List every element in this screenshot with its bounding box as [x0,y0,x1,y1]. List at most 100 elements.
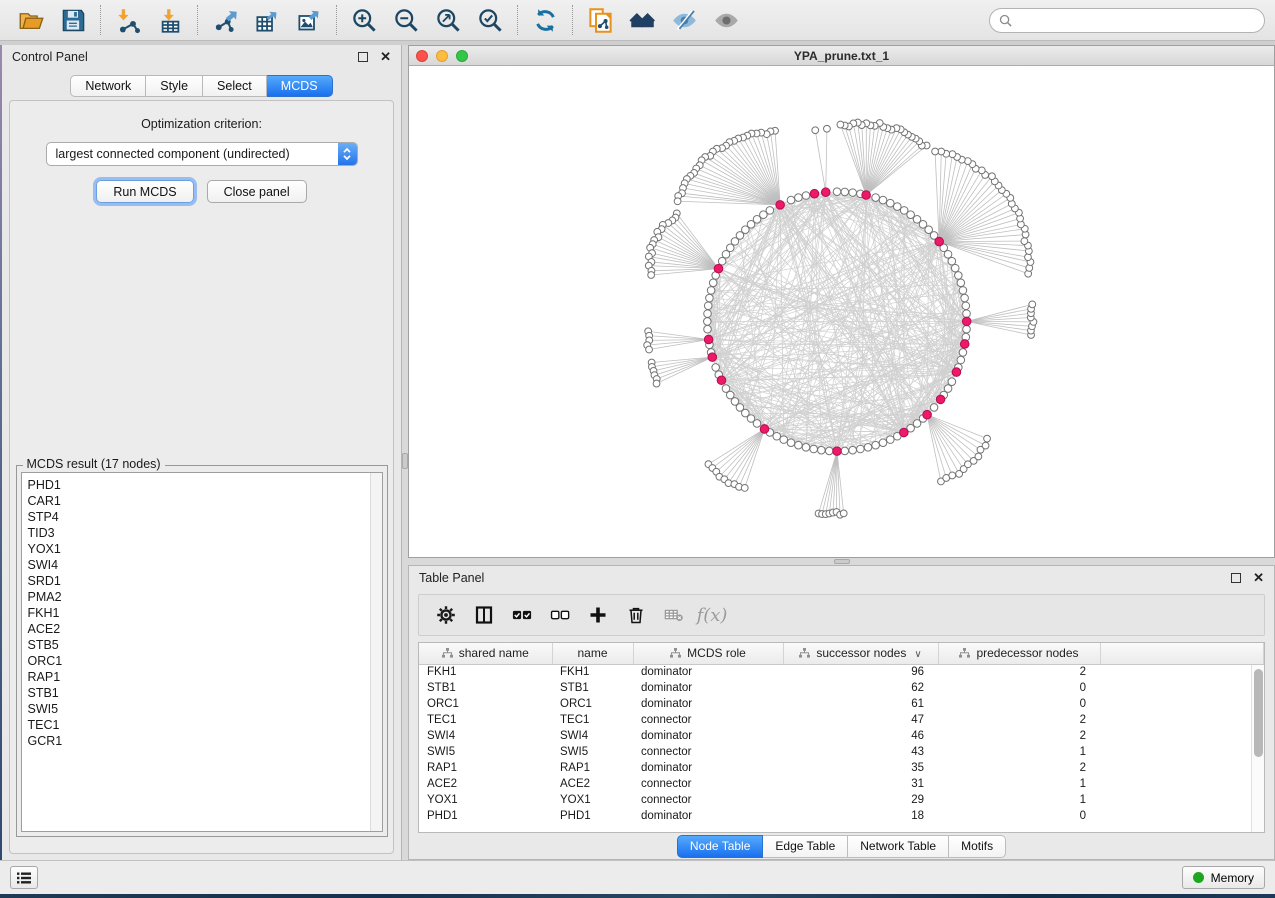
float-panel-icon[interactable] [358,52,368,62]
control-panel-title: Control Panel [12,50,358,64]
search-box[interactable] [989,8,1265,33]
table-panel-title: Table Panel [419,571,1231,585]
deselect-all-button[interactable] [543,599,577,631]
result-scrollbar[interactable] [370,473,382,831]
result-node-item[interactable]: SWI5 [28,701,382,717]
run-mcds-button[interactable]: Run MCDS [96,180,193,203]
result-node-item[interactable]: PHD1 [28,477,382,493]
zoom-out-button[interactable] [385,3,427,37]
column-header-predecessor-nodes[interactable]: predecessor nodes [938,643,1100,664]
export-network-icon [212,7,239,34]
import-network-button[interactable] [107,3,149,37]
tab-style[interactable]: Style [146,75,203,97]
export-network-button[interactable] [204,3,246,37]
tab-select[interactable]: Select [203,75,267,97]
delete-column-button[interactable] [619,599,653,631]
result-node-item[interactable]: RAP1 [28,669,382,685]
close-panel-icon[interactable]: ✕ [380,52,391,62]
result-node-item[interactable]: TEC1 [28,717,382,733]
hide-selected-button[interactable] [663,3,705,37]
table-row[interactable]: FKH1FKH1dominator962 [419,664,1264,680]
tab-edge-table[interactable]: Edge Table [763,835,848,858]
result-node-item[interactable]: GCR1 [28,733,382,749]
tab-mcds[interactable]: MCDS [267,75,333,97]
table-row[interactable]: TEC1TEC1connector472 [419,712,1264,728]
zoom-fit-button[interactable] [427,3,469,37]
gear-button[interactable] [429,599,463,631]
zoom-in-button[interactable] [343,3,385,37]
optimization-select[interactable]: largest connected component (undirected) [46,142,358,166]
zoom-selected-button[interactable] [469,3,511,37]
refresh-button[interactable] [524,3,566,37]
memory-button[interactable]: Memory [1182,866,1265,889]
result-node-item[interactable]: SRD1 [28,573,382,589]
table-row[interactable]: RAP1RAP1dominator352 [419,760,1264,776]
task-history-button[interactable] [10,866,38,889]
function-builder-button[interactable]: f(x) [695,599,729,631]
close-panel-icon[interactable]: ✕ [1253,573,1264,583]
table-row[interactable]: YOX1YOX1connector291 [419,792,1264,808]
result-node-item[interactable]: ORC1 [28,653,382,669]
table-scrollbar[interactable] [1251,665,1264,832]
status-bar: Memory [0,860,1275,894]
result-node-item[interactable]: STB1 [28,685,382,701]
scrollbar-thumb[interactable] [1254,669,1263,757]
node-table-grid[interactable]: shared namenameMCDS rolesuccessor nodes∨… [419,643,1264,824]
export-table-button[interactable] [246,3,288,37]
toolbar-separator [100,5,101,35]
import-table-button[interactable] [149,3,191,37]
result-node-item[interactable]: SWI4 [28,557,382,573]
column-header-shared-name[interactable]: shared name [419,643,552,664]
float-panel-icon[interactable] [1231,573,1241,583]
table-row[interactable]: PHD1PHD1dominator180 [419,808,1264,824]
tab-network-table[interactable]: Network Table [848,835,949,858]
result-node-item[interactable]: FKH1 [28,605,382,621]
horizontal-splitter[interactable] [408,558,1275,565]
column-header-name[interactable]: name [552,643,633,664]
close-panel-button[interactable]: Close panel [207,180,307,203]
search-input[interactable] [1018,13,1255,27]
tab-network[interactable]: Network [70,75,146,97]
duplicate-network-button[interactable] [579,3,621,37]
mcds-result-group: MCDS result (17 nodes) PHD1CAR1STP4TID3Y… [16,465,388,837]
table-row[interactable]: ORC1ORC1dominator610 [419,696,1264,712]
vertical-splitter[interactable] [402,45,408,860]
result-node-item[interactable]: TID3 [28,525,382,541]
result-node-item[interactable]: STB5 [28,637,382,653]
memory-label: Memory [1211,871,1254,885]
column-header-MCDS-role[interactable]: MCDS role [633,643,783,664]
control-panel-header: Control Panel ✕ [2,45,401,69]
table-row[interactable]: STB1STB1dominator620 [419,680,1264,696]
table-row[interactable]: ACE2ACE2connector311 [419,776,1264,792]
tab-node-table[interactable]: Node Table [677,835,764,858]
export-image-button[interactable] [288,3,330,37]
show-all-button[interactable] [705,3,747,37]
add-column-button[interactable] [581,599,615,631]
trash-icon [626,605,646,625]
toolbar-separator [197,5,198,35]
table-row[interactable]: SWI5SWI5connector431 [419,744,1264,760]
save-session-button[interactable] [52,3,94,37]
open-file-button[interactable] [10,3,52,37]
splitter-grip[interactable] [834,559,850,564]
attribute-type-icon [442,647,453,661]
network-canvas[interactable] [409,66,1274,557]
delete-table-button[interactable] [657,599,691,631]
network-graph[interactable] [409,66,1274,557]
column-header-successor-nodes[interactable]: successor nodes∨ [783,643,938,664]
first-neighbors-button[interactable] [621,3,663,37]
result-node-item[interactable]: CAR1 [28,493,382,509]
tab-motifs[interactable]: Motifs [949,835,1006,858]
result-node-item[interactable]: YOX1 [28,541,382,557]
splitter-grip[interactable] [402,453,408,469]
toolbar-separator [572,5,573,35]
mcds-result-list[interactable]: PHD1CAR1STP4TID3YOX1SWI4SRD1PMA2FKH1ACE2… [21,472,383,832]
result-node-item[interactable]: STP4 [28,509,382,525]
table-row[interactable]: SWI4SWI4dominator462 [419,728,1264,744]
open-file-icon [18,7,45,34]
result-node-item[interactable]: ACE2 [28,621,382,637]
result-node-item[interactable]: PMA2 [28,589,382,605]
show-columns-button[interactable] [467,599,501,631]
select-all-button[interactable] [505,599,539,631]
mcds-result-title: MCDS result (17 nodes) [23,457,165,471]
